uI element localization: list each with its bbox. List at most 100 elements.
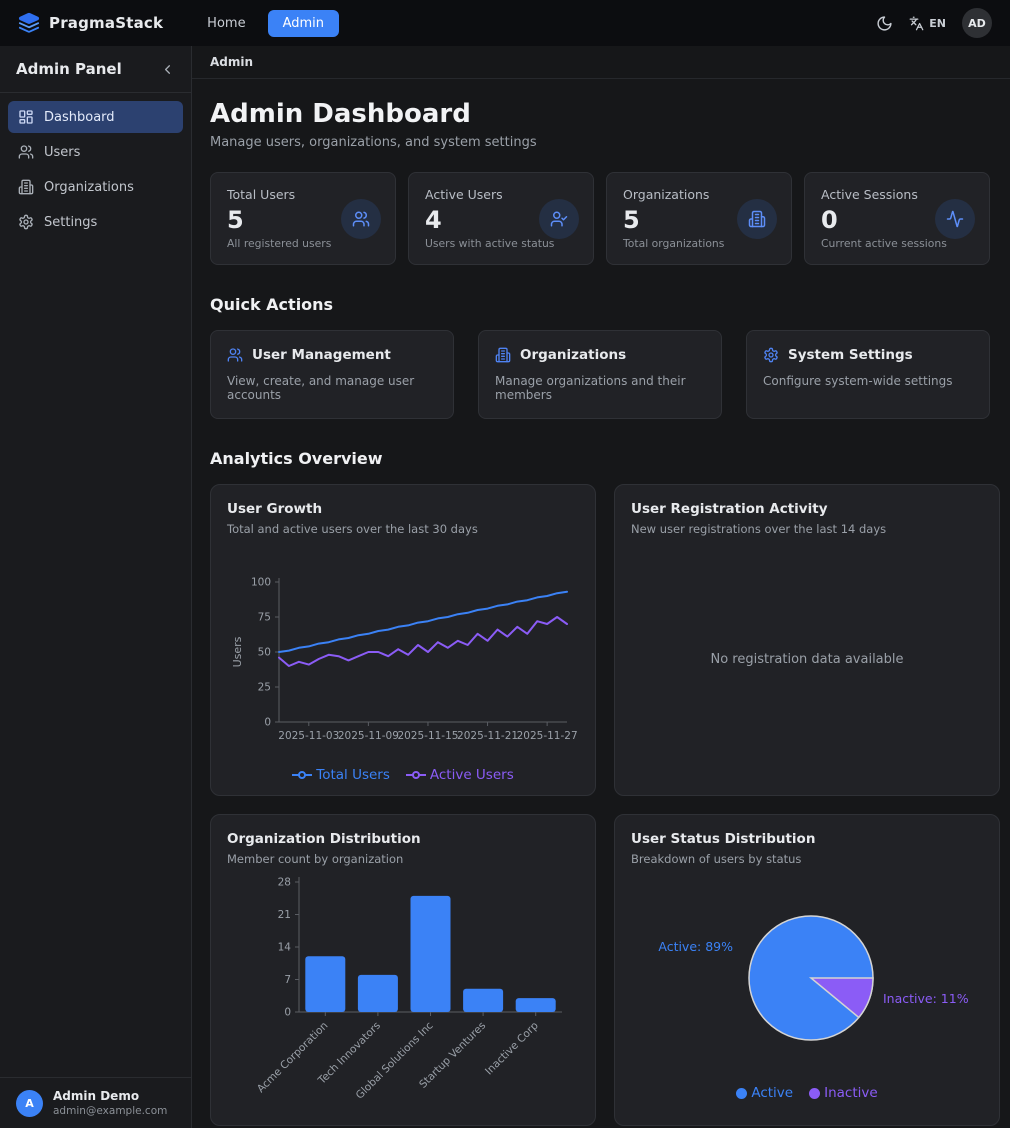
svg-text:Inactive: 11%: Inactive: 11% [883,991,969,1006]
quick-actions-heading: Quick Actions [210,295,990,314]
line-marker-icon [292,770,312,780]
theme-toggle-button[interactable] [876,15,893,32]
quick-action-organizations[interactable]: Organizations Manage organizations and t… [478,330,722,419]
nav-link-admin[interactable]: Admin [268,10,339,37]
sidebar-item-organizations[interactable]: Organizations [8,171,183,203]
org-distribution-card: Organization Distribution Member count b… [210,814,596,1126]
chart-title: Organization Distribution [227,831,579,847]
quick-action-title: Organizations [520,347,626,363]
svg-text:2025-11-03: 2025-11-03 [278,730,339,742]
user-avatar[interactable]: AD [962,8,992,38]
user-growth-card: User Growth Total and active users over … [210,484,596,796]
svg-text:2025-11-15: 2025-11-15 [397,730,458,742]
breadcrumb-item[interactable]: Admin [210,55,253,69]
quick-actions-grid: User Management View, create, and manage… [210,330,990,419]
breadcrumb: Admin [192,46,1010,79]
nav-link-home[interactable]: Home [197,10,255,37]
building-icon [737,199,777,239]
quick-action-system-settings[interactable]: System Settings Configure system-wide se… [746,330,990,419]
gear-icon [18,214,34,230]
svg-text:25: 25 [258,682,271,694]
svg-text:100: 100 [251,577,271,589]
sidebar-item-label: Dashboard [44,110,115,125]
user-growth-line-chart: 0 25 50 75 100 2025-11-032025-11-092025-11-15… [227,574,579,758]
top-navbar: PragmaStack Home Admin EN AD [0,0,1010,46]
sidebar-item-label: Organizations [44,180,134,195]
svg-text:2025-11-09: 2025-11-09 [338,730,399,742]
user-name: Admin Demo [53,1089,167,1105]
user-status-pie-chart: Active: 89% Inactive: 11% [631,878,983,1076]
languages-icon [909,16,924,31]
sidebar-collapse-button[interactable] [160,62,175,77]
svg-text:Acme Corporation: Acme Corporation [255,1019,331,1095]
sidebar-item-dashboard[interactable]: Dashboard [8,101,183,133]
brand[interactable]: PragmaStack [18,12,163,34]
building-icon [18,179,34,195]
moon-icon [876,15,893,32]
chart-subtitle: Total and active users over the last 30 … [227,522,579,536]
analytics-heading: Analytics Overview [210,449,990,468]
users-icon [18,144,34,160]
main-content: Admin Dashboard Manage users, organizati… [192,79,1010,1128]
gear-icon [763,347,779,363]
chart-subtitle: New user registrations over the last 14 … [631,522,983,536]
charts-grid: User Growth Total and active users over … [210,484,990,1126]
sidebar-item-settings[interactable]: Settings [8,206,183,238]
main-area: Admin Admin Dashboard Manage users, orga… [192,46,1010,1128]
svg-text:50: 50 [258,647,271,659]
svg-text:75: 75 [258,612,271,624]
user-status-card: User Status Distribution Breakdown of us… [614,814,1000,1126]
sidebar-item-label: Settings [44,215,97,230]
legend-entry[interactable]: Total Users [292,767,390,783]
empty-state-text: No registration data available [710,652,903,667]
line-marker-icon [406,770,426,780]
svg-text:Active: 89%: Active: 89% [658,939,733,954]
legend-dot-icon [736,1088,747,1099]
user-initial-avatar: A [16,1090,43,1117]
quick-action-description: Configure system-wide settings [763,374,973,388]
quick-action-user-management[interactable]: User Management View, create, and manage… [210,330,454,419]
stat-description: All registered users [227,237,379,250]
stats-grid: Total Users 5 All registered users Activ… [210,172,990,265]
users-icon [227,347,243,363]
stat-card-organizations: Organizations 5 Total organizations [606,172,792,265]
nav-links: Home Admin [197,10,876,37]
user-email: admin@example.com [53,1105,167,1117]
stat-card-active-users: Active Users 4 Users with active status [408,172,594,265]
legend-entry[interactable]: Active [736,1085,793,1101]
page-subtitle: Manage users, organizations, and system … [210,135,990,150]
quick-action-title: System Settings [788,347,913,363]
stat-description: Total organizations [623,237,775,250]
svg-text:Inactive Corp: Inactive Corp [483,1019,541,1077]
language-selector[interactable]: EN [909,16,946,31]
brand-name: PragmaStack [49,14,163,32]
svg-text:0: 0 [264,717,271,729]
svg-text:2025-11-27: 2025-11-27 [517,730,578,742]
registration-activity-card: User Registration Activity New user regi… [614,484,1000,796]
user-check-icon [539,199,579,239]
svg-text:14: 14 [278,941,292,953]
admin-sidebar: Admin Panel Dashboard Users [0,46,192,1128]
sidebar-nav: Dashboard Users Organizations [0,93,191,1077]
chart-title: User Status Distribution [631,831,983,847]
app-root: PragmaStack Home Admin EN AD Ad [0,0,1010,1128]
legend-entry[interactable]: Active Users [406,767,514,783]
stat-card-total-users: Total Users 5 All registered users [210,172,396,265]
chart-title: User Growth [227,501,579,517]
pie-chart-legend: Active Inactive [736,1085,877,1101]
page-title: Admin Dashboard [210,99,990,129]
sidebar-item-users[interactable]: Users [8,136,183,168]
legend-dot-icon [809,1088,820,1099]
dashboard-icon [18,109,34,125]
activity-icon [935,199,975,239]
svg-text:21: 21 [278,909,291,921]
sidebar-user-info[interactable]: A Admin Demo admin@example.com [0,1077,191,1128]
svg-text:2025-11-21: 2025-11-21 [457,730,518,742]
quick-action-title: User Management [252,347,391,363]
sidebar-title: Admin Panel [16,60,122,78]
sidebar-header: Admin Panel [0,46,191,93]
chart-subtitle: Member count by organization [227,852,579,866]
stat-description: Current active sessions [821,237,973,250]
legend-entry[interactable]: Inactive [809,1085,878,1101]
svg-text:28: 28 [278,876,291,888]
